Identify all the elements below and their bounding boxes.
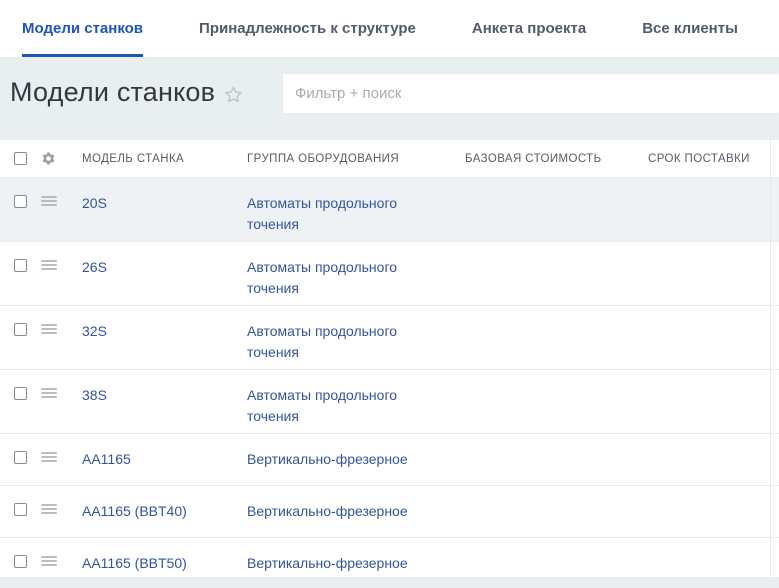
filter-search-input[interactable] (283, 74, 779, 113)
grid-right-border (770, 140, 771, 588)
equipment-group-link[interactable]: Вертикально-фрезерное (247, 451, 408, 467)
model-link[interactable]: AA1165 (BBT40) (82, 503, 187, 519)
model-link[interactable]: 20S (82, 195, 107, 211)
delivery-time-value (648, 178, 779, 199)
equipment-group-link[interactable]: Автоматы продольного точения (247, 195, 397, 232)
equipment-group-link[interactable]: Вертикально-фрезерное (247, 503, 408, 519)
drag-handle-icon[interactable] (41, 556, 57, 566)
base-cost-value (465, 370, 648, 391)
drag-handle-icon[interactable] (41, 452, 57, 462)
equipment-group-link[interactable]: Вертикально-фрезерное (247, 555, 408, 571)
table-row: 20S Автоматы продольного точения (0, 177, 779, 241)
drag-handle-icon[interactable] (41, 504, 57, 514)
row-checkbox[interactable] (14, 259, 27, 272)
model-link[interactable]: 38S (82, 387, 107, 403)
page-header: Модели станков (0, 57, 779, 140)
column-header-equipment-group[interactable]: ГРУППА ОБОРУДОВАНИЯ (247, 153, 465, 165)
machine-models-grid: МОДЕЛЬ СТАНКА ГРУППА ОБОРУДОВАНИЯ БАЗОВА… (0, 140, 779, 588)
page-title: Модели станков (10, 77, 216, 107)
delivery-time-value (648, 242, 779, 263)
table-row: AA1165 Вертикально-фрезерное (0, 433, 779, 485)
delivery-time-value (648, 538, 779, 559)
row-checkbox[interactable] (14, 195, 27, 208)
table-row: 32S Автоматы продольного точения (0, 305, 779, 369)
delivery-time-value (648, 486, 779, 507)
delivery-time-value (648, 434, 779, 455)
model-link[interactable]: 26S (82, 259, 107, 275)
model-link[interactable]: 32S (82, 323, 107, 339)
table-row: 26S Автоматы продольного точения (0, 241, 779, 305)
favorite-star-icon[interactable] (224, 85, 243, 104)
column-header-model[interactable]: МОДЕЛЬ СТАНКА (82, 153, 247, 165)
row-checkbox[interactable] (14, 555, 27, 568)
tab-bar: Модели станков Принадлежность к структур… (0, 0, 779, 57)
column-header-base-cost[interactable]: БАЗОВАЯ СТОИМОСТЬ (465, 153, 648, 165)
tab-all-clients[interactable]: Все клиенты (642, 0, 738, 57)
base-cost-value (465, 306, 648, 327)
base-cost-value (465, 178, 648, 199)
row-checkbox[interactable] (14, 503, 27, 516)
delivery-time-value (648, 306, 779, 327)
drag-handle-icon[interactable] (41, 260, 57, 270)
equipment-group-link[interactable]: Автоматы продольного точения (247, 323, 397, 360)
base-cost-value (465, 538, 648, 559)
row-checkbox[interactable] (14, 451, 27, 464)
tab-project-questionnaire[interactable]: Анкета проекта (472, 0, 586, 57)
bottom-strip (0, 577, 779, 588)
drag-handle-icon[interactable] (41, 324, 57, 334)
tab-machine-models[interactable]: Модели станков (22, 0, 144, 57)
row-checkbox[interactable] (14, 323, 27, 336)
table-row: AA1165 (BBT40) Вертикально-фрезерное (0, 485, 779, 537)
base-cost-value (465, 242, 648, 263)
drag-handle-icon[interactable] (41, 196, 57, 206)
grid-settings-gear-icon[interactable] (41, 151, 56, 166)
table-row: 38S Автоматы продольного точения (0, 369, 779, 433)
grid-header-row: МОДЕЛЬ СТАНКА ГРУППА ОБОРУДОВАНИЯ БАЗОВА… (0, 140, 779, 177)
base-cost-value (465, 434, 648, 455)
select-all-checkbox[interactable] (14, 152, 27, 165)
column-header-delivery-time[interactable]: СРОК ПОСТАВКИ (648, 153, 779, 165)
delivery-time-value (648, 370, 779, 391)
drag-handle-icon[interactable] (41, 388, 57, 398)
model-link[interactable]: AA1165 (82, 451, 131, 467)
row-checkbox[interactable] (14, 387, 27, 400)
tab-structure-membership[interactable]: Принадлежность к структуре (199, 0, 416, 57)
equipment-group-link[interactable]: Автоматы продольного точения (247, 259, 397, 296)
equipment-group-link[interactable]: Автоматы продольного точения (247, 387, 397, 424)
model-link[interactable]: AA1165 (BBT50) (82, 555, 187, 571)
base-cost-value (465, 486, 648, 507)
